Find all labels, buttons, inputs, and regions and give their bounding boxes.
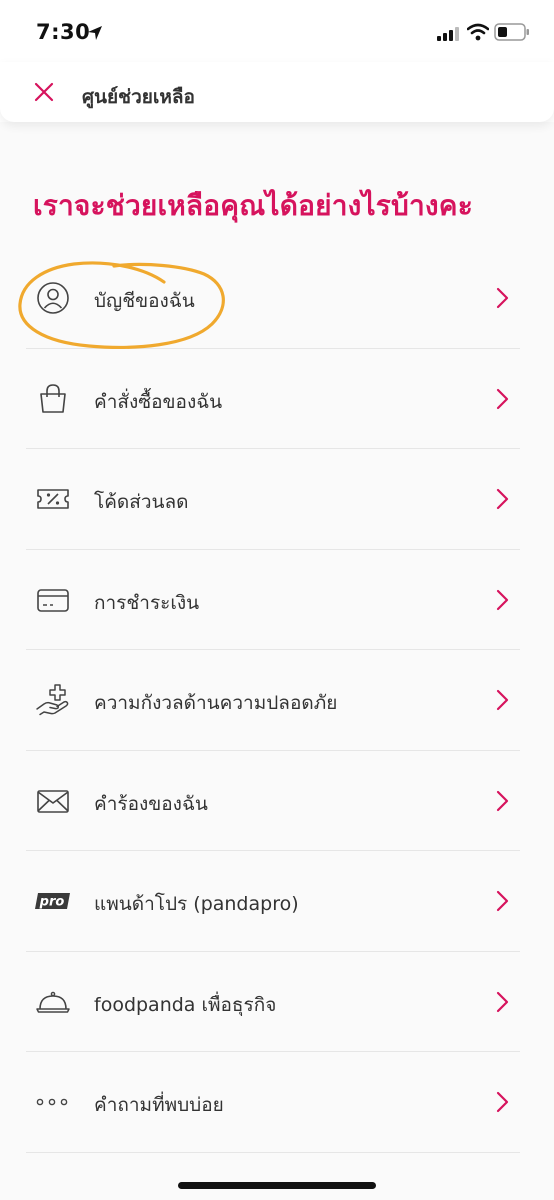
topic-foodpanda-business[interactable]: foodpanda เพื่อธุรกิจ (0, 952, 554, 1052)
pro-badge-text: pro (39, 895, 65, 910)
chevron-right-icon (496, 287, 509, 309)
chevron-right-icon (496, 488, 509, 510)
help-center-screen: 7:30 ศูนย์ช่วยเหลือ เราจะช่วยเหลือคุณได้… (0, 0, 554, 1200)
more-dots-icon (36, 1098, 68, 1106)
home-indicator (178, 1182, 376, 1189)
close-icon[interactable] (30, 78, 58, 106)
top-header: ศูนย์ช่วยเหลือ (0, 62, 554, 122)
chevron-right-icon (496, 1091, 509, 1113)
status-bar: 7:30 (0, 0, 554, 62)
hand-plus-icon (36, 684, 69, 716)
topic-label: การชำระเงิน (94, 591, 200, 614)
chevron-right-icon (496, 388, 509, 409)
topic-label: คำสั่งซื้อของฉัน (94, 390, 223, 413)
help-heading: เราจะช่วยเหลือคุณได้อย่างไรบ้างคะ (33, 189, 473, 222)
pro-badge-icon: pro (35, 893, 70, 910)
chevron-right-icon (496, 991, 509, 1012)
topic-my-orders[interactable]: คำสั่งซื้อของฉัน (0, 349, 554, 449)
location-arrow-icon (88, 26, 102, 40)
topic-faq[interactable]: คำถามที่พบบ่อย (0, 1052, 554, 1153)
topic-label: บัญชีของฉัน (94, 290, 195, 312)
topic-label: ความกังวลด้านความปลอดภัย (94, 692, 338, 714)
topic-label: คำร้องของฉัน (94, 792, 208, 815)
chevron-right-icon (496, 689, 509, 711)
user-circle-icon (37, 282, 69, 314)
credit-card-icon (37, 588, 69, 612)
topic-pandapro[interactable]: pro แพนด้าโปร (pandapro) (0, 851, 554, 952)
status-time: 7:30 (36, 20, 91, 44)
topic-my-requests[interactable]: คำร้องของฉัน (0, 751, 554, 851)
wifi-icon (467, 23, 489, 41)
page-title: ศูนย์ช่วยเหลือ (82, 86, 195, 108)
topic-payment[interactable]: การชำระเงิน (0, 550, 554, 650)
topic-label: โค้ดส่วนลด (94, 491, 189, 513)
topic-label: คำถามที่พบบ่อย (94, 1094, 224, 1116)
shopping-bag-icon (40, 383, 66, 413)
cloche-icon (36, 991, 70, 1013)
battery-icon (494, 23, 529, 41)
topic-my-account[interactable]: บัญชีของฉัน (0, 248, 554, 349)
help-topic-list: บัญชีของฉัน คำสั่งซื้อของฉัน โค้ดส่วนลด … (0, 248, 554, 1153)
topic-label: แพนด้าโปร (pandapro) (94, 893, 299, 915)
topic-label: foodpanda เพื่อธุรกิจ (94, 993, 277, 1016)
chevron-right-icon (496, 790, 509, 811)
chevron-right-icon (496, 589, 509, 610)
chevron-right-icon (496, 890, 509, 912)
topic-vouchers[interactable]: โค้ดส่วนลด (0, 449, 554, 550)
voucher-icon (37, 489, 69, 509)
topic-safety-concerns[interactable]: ความกังวลด้านความปลอดภัย (0, 650, 554, 751)
cellular-signal-icon (437, 27, 459, 41)
envelope-icon (37, 789, 69, 813)
divider (26, 1151, 520, 1153)
